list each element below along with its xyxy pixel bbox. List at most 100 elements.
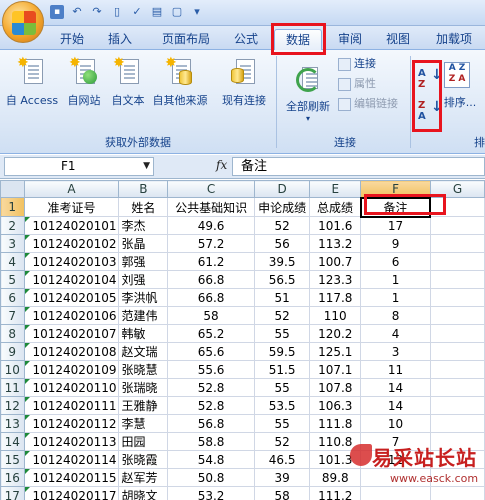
column-header-e[interactable]: E	[309, 180, 362, 198]
cell[interactable]: 10124020103	[23, 252, 120, 271]
cell[interactable]: 101.6	[309, 216, 362, 235]
cell[interactable]: 117.8	[309, 288, 362, 307]
cell[interactable]: 58.8	[167, 432, 255, 451]
cell[interactable]: 113.2	[309, 234, 362, 253]
cell[interactable]: 89.8	[309, 468, 362, 487]
quick-print-icon[interactable]: ▤	[150, 5, 164, 19]
column-header-d[interactable]: D	[253, 180, 311, 198]
cell[interactable]: 10124020113	[23, 432, 120, 451]
cell[interactable]: 10124020114	[23, 450, 120, 469]
cell[interactable]: 55	[253, 414, 311, 433]
cell[interactable]: 9	[360, 234, 431, 253]
cell[interactable]: 李杰	[118, 216, 169, 235]
redo-icon[interactable]: ↷	[90, 5, 104, 19]
cell[interactable]: 范建伟	[118, 306, 169, 325]
cell[interactable]	[429, 270, 485, 289]
header-cell[interactable]: 备注	[359, 196, 432, 218]
cell[interactable]: 10124020117	[23, 486, 120, 500]
cell[interactable]: 11	[360, 360, 431, 379]
cell[interactable]: 张晓慧	[118, 360, 169, 379]
cell[interactable]: 4	[360, 324, 431, 343]
cell[interactable]: 39	[253, 468, 311, 487]
cell[interactable]	[429, 432, 485, 451]
cell[interactable]: 66.8	[167, 288, 255, 307]
cell[interactable]: 50.8	[167, 468, 255, 487]
cell[interactable]: 10124020106	[23, 306, 120, 325]
cell[interactable]: 14	[360, 396, 431, 415]
cell[interactable]	[429, 252, 485, 271]
cell[interactable]: 52	[253, 216, 311, 235]
tab-formulas[interactable]: 公式	[226, 29, 266, 50]
cell[interactable]: 46.5	[253, 450, 311, 469]
cell[interactable]: 10124020105	[23, 288, 120, 307]
tab-home[interactable]: 开始	[52, 29, 92, 50]
cell[interactable]: 51.5	[253, 360, 311, 379]
properties-button[interactable]: 属性	[338, 76, 376, 92]
cell[interactable]: 17	[360, 216, 431, 235]
cell[interactable]: 10124020102	[23, 234, 120, 253]
tab-add-ins[interactable]: 加载项	[426, 29, 482, 50]
sort-descending-icon[interactable]: Z A ↓	[418, 100, 443, 122]
cell[interactable]	[429, 306, 485, 325]
cell[interactable]	[429, 450, 485, 469]
new-icon[interactable]: ▢	[170, 5, 184, 19]
header-cell[interactable]	[429, 197, 485, 217]
cell[interactable]: 39.5	[253, 252, 311, 271]
cell[interactable]: 12	[360, 450, 431, 469]
cell[interactable]: 10124020111	[23, 396, 120, 415]
cell[interactable]: 王雅静	[118, 396, 169, 415]
connections-button[interactable]: 连接	[338, 56, 376, 72]
cell[interactable]	[360, 468, 431, 487]
cell[interactable]: 55.6	[167, 360, 255, 379]
cell[interactable]	[429, 360, 485, 379]
tab-page-layout[interactable]: 页面布局	[150, 29, 222, 50]
cell[interactable]: 张瑞晓	[118, 378, 169, 397]
row-header[interactable]: 12	[0, 396, 25, 415]
cell[interactable]: 56.8	[167, 414, 255, 433]
insert-function-icon[interactable]: fx	[216, 158, 227, 172]
from-web-button[interactable]: ✸ 自网站	[62, 56, 106, 108]
column-header-f[interactable]: F	[360, 180, 431, 198]
cell[interactable]: 61.2	[167, 252, 255, 271]
tab-review[interactable]: 审阅	[330, 29, 370, 50]
row-header[interactable]: 2	[0, 216, 25, 235]
cell[interactable]: 胡晓文	[118, 486, 169, 500]
row-header[interactable]: 15	[0, 450, 25, 469]
cell[interactable]: 58	[167, 306, 255, 325]
cell[interactable]: 52.8	[167, 378, 255, 397]
tab-data[interactable]: 数据	[274, 29, 322, 50]
cell[interactable]: 韩敏	[118, 324, 169, 343]
column-header-b[interactable]: B	[118, 180, 169, 198]
office-button[interactable]	[2, 1, 44, 43]
tab-insert[interactable]: 插入	[100, 29, 140, 50]
cell[interactable]: 张晶	[118, 234, 169, 253]
cell[interactable]: 58	[253, 486, 311, 500]
undo-icon[interactable]: ↶	[70, 5, 84, 19]
cell[interactable]: 49.6	[167, 216, 255, 235]
row-header[interactable]: 9	[0, 342, 25, 361]
header-cell[interactable]: 公共基础知识	[167, 197, 255, 217]
cell[interactable]: 52	[253, 432, 311, 451]
customize-qat-icon[interactable]: ▾	[190, 5, 204, 19]
cell[interactable]	[429, 378, 485, 397]
cell[interactable]: 李洪帆	[118, 288, 169, 307]
row-header[interactable]: 6	[0, 288, 25, 307]
cell[interactable]: 3	[360, 342, 431, 361]
cell[interactable]: 111.2	[309, 486, 362, 500]
header-cell[interactable]: 申论成绩	[253, 197, 311, 217]
existing-connections-button[interactable]: 现有连接	[216, 56, 272, 108]
column-header-a[interactable]: A	[23, 180, 120, 198]
header-cell[interactable]: 总成绩	[309, 197, 362, 217]
column-header-g[interactable]: G	[429, 180, 485, 198]
cell[interactable]: 10	[360, 414, 431, 433]
formula-input[interactable]: 备注	[232, 157, 485, 176]
cell[interactable]: 120.2	[309, 324, 362, 343]
cell[interactable]: 66.8	[167, 270, 255, 289]
row-header[interactable]: 5	[0, 270, 25, 289]
cell[interactable]	[429, 216, 485, 235]
row-header[interactable]: 16	[0, 468, 25, 487]
cell[interactable]: 李慧	[118, 414, 169, 433]
cell[interactable]: 6	[360, 252, 431, 271]
cell[interactable]: 51	[253, 288, 311, 307]
cell[interactable]: 10124020101	[23, 216, 120, 235]
